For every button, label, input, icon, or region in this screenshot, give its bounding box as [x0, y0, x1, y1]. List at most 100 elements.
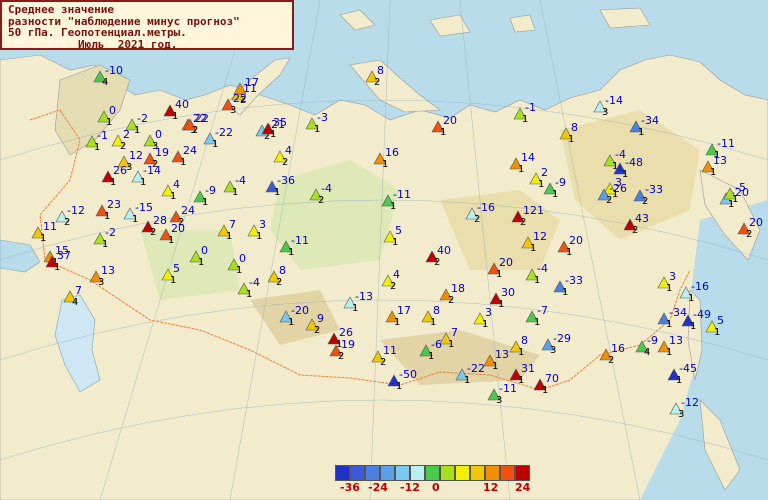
legend-swatch [455, 465, 470, 481]
station-value: -34 [641, 114, 659, 127]
station-count: 1 [314, 124, 320, 135]
station-value: -10 [105, 64, 123, 77]
station-count: 1 [430, 317, 436, 328]
station-count: 2 [520, 217, 526, 228]
station-count: 3 [98, 277, 104, 288]
station-count: 1 [202, 197, 208, 208]
station-count: 1 [132, 214, 138, 225]
station-value: 16 [385, 146, 399, 159]
station-count: 1 [498, 299, 504, 310]
legend-swatch [470, 465, 485, 481]
station-count: 1 [638, 127, 644, 138]
legend-swatch [500, 465, 515, 481]
station-value: -2 [105, 226, 116, 239]
station-value: 20 [171, 222, 185, 235]
legend-swatch [425, 465, 440, 481]
station-count: 2 [338, 351, 344, 362]
station-count: 1 [566, 247, 572, 258]
legend-swatch [350, 465, 365, 481]
station-value: -4 [321, 182, 332, 195]
station-value: 17 [397, 304, 411, 317]
station-value: 5 [717, 314, 724, 327]
station-count: 1 [198, 257, 204, 268]
station-count: 2 [474, 214, 480, 225]
station-count: 1 [666, 319, 672, 330]
station-value: -11 [499, 382, 517, 395]
station-count: 1 [714, 327, 720, 338]
station-value: 7 [229, 218, 236, 231]
legend-label: 0 [432, 481, 440, 494]
station-count: 1 [170, 191, 176, 202]
station-value: 23 [107, 198, 121, 211]
station-count: 1 [688, 293, 694, 304]
station-count: 2 [746, 229, 752, 240]
station-value: -49 [693, 308, 711, 321]
station-count: 1 [288, 317, 294, 328]
station-count: 1 [236, 265, 242, 276]
station-count: 4 [644, 347, 650, 358]
legend-label: -12 [400, 481, 420, 494]
station-count: 1 [212, 139, 218, 150]
station-value: -3 [317, 111, 328, 124]
station-value: 2 [123, 128, 130, 141]
legend-labels: -36 -24 -12 0 12 24 [335, 481, 530, 495]
station-value: -4 [249, 276, 260, 289]
station-value: 28 [153, 214, 167, 227]
station-value: 16 [611, 342, 625, 355]
station-value: -7 [537, 304, 548, 317]
station-count: 1 [666, 283, 672, 294]
station-value: -4 [537, 262, 548, 275]
station-count: 1 [102, 239, 108, 250]
station-count: 1 [666, 347, 672, 358]
station-value: -9 [205, 184, 216, 197]
title-line-4: Июль 2021 год. [78, 37, 178, 51]
legend-label: 12 [483, 481, 499, 494]
legend-swatch [515, 465, 530, 481]
station-value: 8 [521, 334, 528, 347]
station-count: 1 [518, 375, 524, 386]
station-value: 3 [485, 306, 492, 319]
station-count: 1 [110, 177, 116, 188]
station-value: 12 [129, 149, 143, 162]
station-value: -1 [525, 101, 536, 114]
station-count: 2 [120, 141, 126, 152]
station-value: 0 [155, 128, 162, 141]
station-count: 1 [392, 237, 398, 248]
station-value: -4 [235, 174, 246, 187]
station-count: 4 [102, 77, 108, 88]
station-value: -34 [669, 306, 687, 319]
station-count: 1 [522, 114, 528, 125]
station-count: 1 [104, 211, 110, 222]
station-value: 4 [173, 178, 180, 191]
station-count: 1 [534, 275, 540, 286]
station-count: 1 [94, 142, 100, 153]
station-value: 40 [437, 244, 451, 257]
station-count: 1 [676, 375, 682, 386]
legend-swatch [395, 465, 410, 481]
station-value: 20 [499, 256, 513, 269]
station-value: 13 [495, 348, 509, 361]
station-value: -22 [215, 126, 233, 139]
station-count: 1 [246, 289, 252, 300]
station-count: 1 [382, 159, 388, 170]
station-value: -2 [137, 112, 148, 125]
station-count: 1 [134, 125, 140, 136]
station-count: 1 [256, 231, 262, 242]
station-count: 2 [282, 157, 288, 168]
station-count: 2 [632, 225, 638, 236]
station-count: 3 [230, 105, 236, 116]
station-count: 1 [562, 287, 568, 298]
station-count: 1 [106, 117, 112, 128]
station-count: 2 [390, 281, 396, 292]
station-count: 1 [428, 351, 434, 362]
station-value: 17 [245, 76, 259, 89]
station-value: 19 [341, 338, 355, 351]
station-count: 1 [440, 127, 446, 138]
station-value: -26 [609, 182, 627, 195]
legend-swatch [380, 465, 395, 481]
legend-swatch [365, 465, 380, 481]
station-count: 2 [606, 195, 612, 206]
station-value: 22 [195, 112, 209, 125]
station-count: 1 [690, 321, 696, 332]
station-value: 8 [433, 304, 440, 317]
